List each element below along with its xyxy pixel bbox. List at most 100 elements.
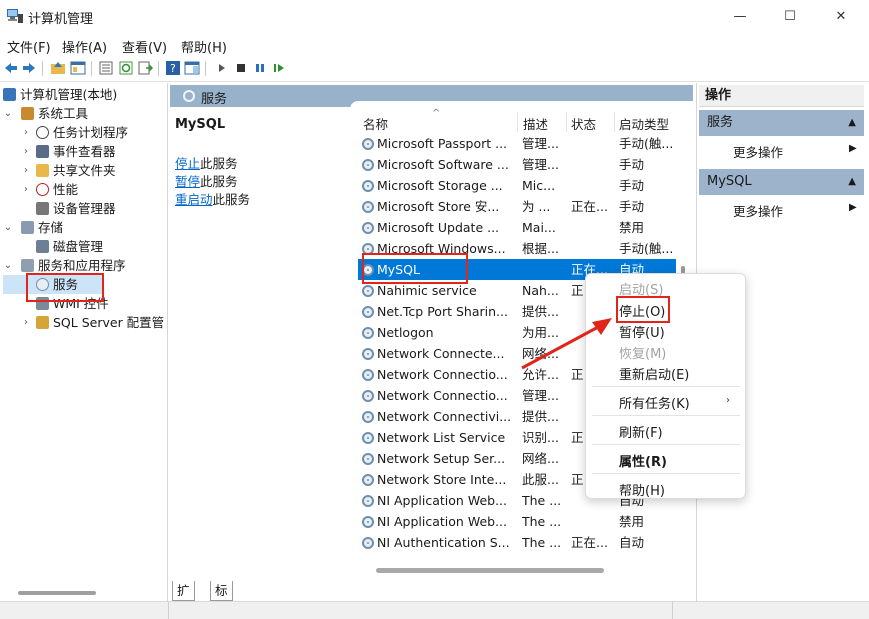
menu-separator [592,415,740,416]
list-horizontal-scrollbar[interactable] [376,568,604,573]
collapse-up-icon[interactable]: ▲ [848,169,856,195]
export-icon[interactable] [137,60,153,76]
column-header-name[interactable]: 名称 [363,114,388,133]
tree-item-sql-server[interactable]: › SQL Server 配置管 [3,313,166,332]
menu-view[interactable]: 查看(V) [122,37,167,56]
submenu-arrow-icon[interactable]: ▶ [849,143,857,154]
refresh-icon[interactable] [118,60,134,76]
tree-item-root[interactable]: 计算机管理(本地) [3,85,117,104]
service-name: NI Authentication S... [377,535,510,550]
tree-horizontal-scrollbar[interactable] [18,591,96,595]
start-service-icon[interactable] [214,60,230,76]
service-status: 正在... [571,535,608,550]
tree-item-disk-management[interactable]: 磁盘管理 [3,237,166,256]
table-row[interactable]: Microsoft Storage ... Mic... 手动 [358,175,676,196]
tree-item-label: 共享文件夹 [53,163,116,178]
table-row[interactable]: Microsoft Store 安... 为 ... 正在... 手动 [358,196,676,217]
gear-icon [362,138,374,150]
back-icon[interactable] [3,60,19,76]
tree-item-performance[interactable]: › 性能 [3,180,166,199]
restart-service-link[interactable]: 重启动 [175,192,213,207]
forward-icon[interactable] [21,60,37,76]
tree-item-label: 存储 [38,220,64,235]
chevron-right-icon[interactable]: › [21,123,31,142]
service-description: Mic... [522,178,556,193]
actions-section-services[interactable]: 服务 ▲ [699,110,864,136]
tree-splitter[interactable] [167,83,168,601]
service-status: 正在... [571,199,608,214]
properties-icon[interactable] [98,60,114,76]
column-header-startup-type[interactable]: 启动类型 [619,114,669,133]
status-bar [0,601,869,619]
service-startup-type: 手动 [619,157,645,172]
more-actions-mysql[interactable]: 更多操作 [733,201,783,220]
gear-icon [362,537,374,549]
chevron-right-icon[interactable]: › [21,161,31,180]
pause-service-icon[interactable] [252,60,268,76]
services-apps-icon [21,259,34,272]
collapse-up-icon[interactable]: ▲ [848,110,856,136]
menu-action[interactable]: 操作(A) [62,37,107,56]
column-divider[interactable] [517,112,518,132]
chevron-down-icon[interactable]: ⌄ [3,256,13,275]
column-divider[interactable] [566,112,567,132]
show-pane-icon[interactable] [184,60,200,76]
service-startup-type: 手动 [619,199,645,214]
stop-service-icon[interactable] [233,60,249,76]
event-viewer-icon [36,145,49,158]
menu-item-restart[interactable]: 重新启动(E) [619,364,689,383]
menu-item-resume[interactable]: 恢复(M) [619,343,666,362]
submenu-arrow-icon[interactable]: ▶ [849,202,857,213]
menu-item-refresh[interactable]: 刷新(F) [619,422,663,441]
column-divider[interactable] [614,112,615,132]
menu-item-pause[interactable]: 暂停(U) [619,322,665,341]
console-tree-icon[interactable] [70,60,86,76]
table-row[interactable]: Microsoft Update ... Mai... 禁用 [358,217,676,238]
service-description: 网络... [522,346,559,361]
stop-service-link[interactable]: 停止 [175,156,200,171]
pause-service-link[interactable]: 暂停 [175,174,200,189]
highlight-services-node [26,273,104,302]
tab-extended[interactable]: 扩展 [172,581,195,618]
table-row[interactable]: Microsoft Software ... 管理... 手动 [358,154,676,175]
tree-item-device-manager[interactable]: 设备管理器 [3,199,166,218]
resume-service-icon[interactable] [271,60,287,76]
column-header-status[interactable]: 状态 [571,114,596,133]
service-description: 识别... [522,430,559,445]
menu-item-properties[interactable]: 属性(R) [619,451,667,470]
tree-item-task-scheduler[interactable]: › 任务计划程序 [3,123,166,142]
stop-service-row: 停止此服务 [175,153,238,172]
shared-folder-icon [36,164,49,177]
chevron-down-icon[interactable]: ⌄ [3,104,13,123]
tree-item-event-viewer[interactable]: › 事件查看器 [3,142,166,161]
disk-icon [36,240,49,253]
tree-item-label: 服务和应用程序 [38,258,126,273]
tab-standard[interactable]: 标准 [210,581,233,618]
highlight-stop-item [616,296,670,323]
table-row[interactable]: NI Application Web... The ... 禁用 [358,511,676,532]
tree-item-shared-folders[interactable]: › 共享文件夹 [3,161,166,180]
minimize-button[interactable]: — [725,5,755,29]
more-actions-services[interactable]: 更多操作 [733,142,783,161]
chevron-down-icon[interactable]: ⌄ [3,218,13,237]
actions-section-mysql[interactable]: MySQL ▲ [699,169,864,195]
gear-icon [362,453,374,465]
menu-help[interactable]: 帮助(H) [181,37,227,56]
close-button[interactable]: ✕ [826,5,856,29]
service-description-pane: MySQL 停止此服务 暂停此服务 重启动此服务 [170,107,356,579]
help-icon[interactable]: ? [165,60,181,76]
column-header-description[interactable]: 描述 [523,114,548,133]
service-description: 提供... [522,304,559,319]
menu-file[interactable]: 文件(F) [7,37,51,56]
menu-bar: 文件(F) 操作(A) 查看(V) 帮助(H) [0,34,869,56]
table-row[interactable]: NI Authentication S... The ... 正在... 自动 [358,532,676,553]
menu-item-help[interactable]: 帮助(H) [619,480,665,499]
clock-icon [36,126,49,139]
up-folder-icon[interactable] [50,60,66,76]
menu-item-all-tasks[interactable]: 所有任务(K) [619,393,690,412]
maximize-button[interactable]: ☐ [775,5,805,29]
chevron-right-icon[interactable]: › [21,142,31,161]
table-row[interactable]: Microsoft Passport ... 管理... 手动(触... [358,133,676,154]
chevron-right-icon[interactable]: › [21,180,31,199]
chevron-right-icon[interactable]: › [21,313,31,332]
